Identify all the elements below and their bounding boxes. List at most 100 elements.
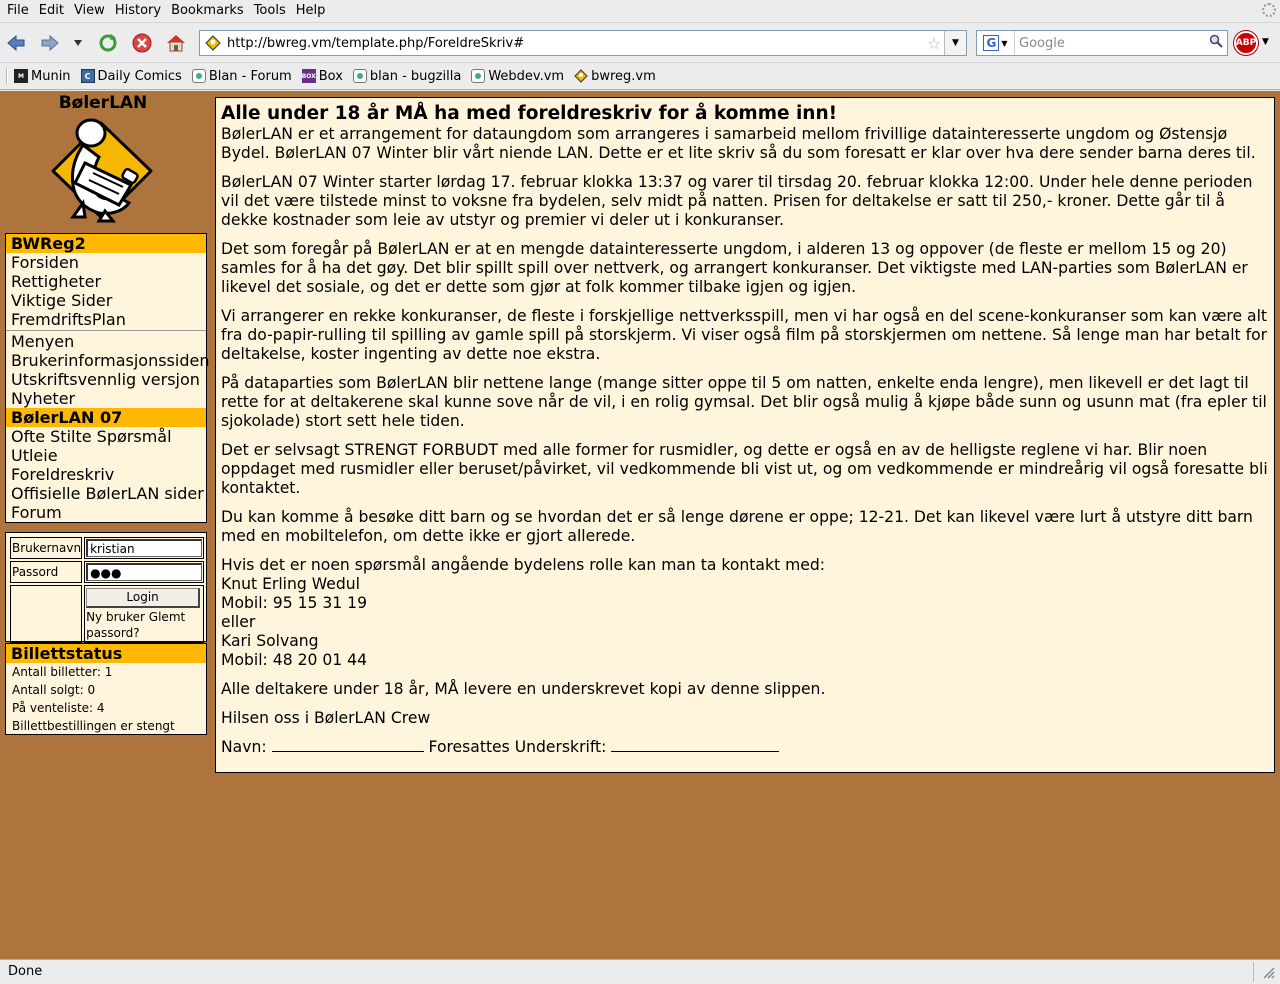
bookmark-star-icon[interactable]: ☆ [924, 34, 944, 53]
menu-help[interactable]: Help [291, 0, 331, 22]
reload-button[interactable] [96, 31, 120, 55]
bookmark-daily-comics[interactable]: C Daily Comics [80, 69, 182, 84]
nav-link-brukerinformasjon[interactable]: Brukerinformasjonssiden [6, 351, 209, 370]
paragraph-activities: Det som foregår på BølerLAN er at en men… [221, 240, 1248, 296]
login-form: Brukernavn Passord Login Ny bruker Glemt… [5, 532, 207, 645]
password-input[interactable] [86, 563, 203, 581]
resize-grip-icon[interactable] [1256, 962, 1280, 982]
nav-link-foreldreskriv[interactable]: Foreldreskriv [6, 465, 206, 484]
bookmark-munin[interactable]: M Munin [6, 67, 71, 85]
chevron-down-icon [74, 40, 82, 46]
history-dropdown-button[interactable] [68, 31, 88, 55]
bookmark-box[interactable]: BOX Box [302, 69, 343, 84]
nav-link-nyheter[interactable]: Nyheter [6, 389, 206, 408]
menu-tools[interactable]: Tools [249, 0, 291, 22]
nav-link-utskriftsvennlig[interactable]: Utskriftsvennlig versjon [6, 370, 206, 389]
bwreg-icon [574, 69, 588, 83]
nav-link-rettigheter[interactable]: Rettigheter [6, 272, 206, 291]
name-blank [271, 738, 424, 752]
home-icon [167, 35, 185, 52]
page-heading: Alle under 18 år MÅ ha med foreldreskriv… [221, 103, 838, 124]
contact-intro: Hvis det er noen spørsmål angående bydel… [221, 556, 826, 574]
nav-link-forsiden[interactable]: Forsiden [6, 253, 206, 272]
google-icon: G [983, 35, 1000, 51]
ticket-sold: Antall solgt: 0 [12, 683, 96, 697]
menu-edit[interactable]: Edit [34, 0, 69, 22]
ticket-status-box: Billettstatus Antall billetter: 1 Antall… [5, 643, 207, 735]
reload-icon [99, 34, 117, 52]
login-table: Brukernavn Passord Login Ny bruker Glemt… [8, 535, 206, 645]
menu-bookmarks[interactable]: Bookmarks [166, 0, 249, 22]
signature-line: Navn: Foresattes Underskrift: [221, 738, 1269, 757]
nav-link-fremdriftsplan[interactable]: FremdriftsPlan [6, 310, 206, 329]
webdev-icon [471, 69, 486, 83]
throbber-icon [1262, 3, 1276, 17]
bookmark-webdev[interactable]: Webdev.vm [471, 69, 564, 84]
bookmark-blan-forum[interactable]: Blan - Forum [191, 69, 292, 84]
status-text: Done [0, 962, 1254, 982]
bookmark-bwreg[interactable]: bwreg.vm [574, 69, 656, 84]
username-input[interactable] [86, 539, 203, 557]
paragraph-visiting: Du kan komme å besøke ditt barn og se hv… [221, 508, 1253, 545]
search-bar[interactable]: G ▼ Google [976, 30, 1228, 56]
search-engine-selector[interactable]: G ▼ [977, 31, 1015, 55]
url-history-dropdown[interactable]: ▼ [944, 31, 966, 55]
nav-link-utleie[interactable]: Utleie [6, 446, 206, 465]
munin-icon: M [14, 69, 28, 83]
url-text[interactable]: http://bwreg.vm/template.php/ForeldreSkr… [227, 36, 924, 51]
bolerlan-logo-icon [51, 118, 153, 223]
stop-button[interactable] [130, 31, 154, 55]
home-button[interactable] [164, 31, 188, 55]
nav-link-faq[interactable]: Ofte Stilte Spørsmål [6, 427, 206, 446]
back-arrow-icon [7, 34, 25, 52]
ticket-status-title: Billettstatus [6, 644, 206, 663]
contact2-name: Kari Solvang [221, 632, 319, 650]
contact1-phone: Mobil: 95 15 31 19 [221, 594, 368, 612]
ticket-order-status: Billettbestillingen er stengt [12, 719, 175, 733]
paragraph-rules: Det er selvsagt STRENGT FORBUDT med alle… [221, 441, 1268, 497]
contact-block: Hvis det er noen spørsmål angående bydel… [221, 556, 1269, 670]
ticket-waitlist: På venteliste: 4 [12, 701, 105, 715]
nav-link-viktige-sider[interactable]: Viktige Sider [6, 291, 206, 310]
nav-link-menyen[interactable]: Menyen [6, 332, 206, 351]
greeting: Hilsen oss i BølerLAN Crew [221, 709, 431, 727]
paragraph-nights: På dataparties som BølerLAN blir nettene… [221, 374, 1267, 430]
site-title: BølerLAN [58, 93, 148, 113]
nav-section-bolerlan07: BølerLAN 07 [6, 408, 206, 427]
paragraph-schedule: BølerLAN 07 Winter starter lørdag 17. fe… [221, 173, 1253, 229]
search-icon[interactable] [1205, 34, 1227, 52]
search-input[interactable]: Google [1015, 36, 1205, 51]
menu-view[interactable]: View [69, 0, 110, 22]
box-icon: BOX [302, 69, 316, 83]
signature-label: Foresattes Underskrift: [428, 738, 607, 756]
forward-button[interactable] [38, 31, 62, 55]
new-user-link[interactable]: Ny bruker [86, 610, 145, 624]
login-button[interactable]: Login [86, 588, 201, 608]
menu-history[interactable]: History [110, 0, 166, 22]
forward-arrow-icon [41, 34, 59, 52]
nav-link-forum[interactable]: Forum [6, 503, 206, 522]
main-content: Alle under 18 år MÅ ha med foreldreskriv… [215, 97, 1275, 773]
contact1-name: Knut Erling Wedul [221, 575, 360, 593]
bugzilla-icon [352, 69, 367, 83]
username-cell [84, 537, 205, 559]
stop-icon [132, 33, 152, 53]
adblock-icon[interactable]: ABP [1234, 31, 1258, 55]
address-bar[interactable]: http://bwreg.vm/template.php/ForeldreSkr… [199, 30, 967, 56]
site-favicon-icon [203, 33, 223, 53]
signature-blank [611, 738, 780, 752]
forum-icon [191, 69, 206, 83]
login-links: Ny bruker Glemt passord? [85, 609, 203, 641]
nav-section-bwreg2: BWReg2 [6, 234, 206, 253]
menu-file[interactable]: File [2, 0, 34, 22]
navigation-toolbar: http://bwreg.vm/template.php/ForeldreSkr… [0, 22, 1280, 62]
status-bar: Done [0, 959, 1280, 984]
adblock-dropdown[interactable]: ▼ [1262, 37, 1269, 47]
back-button[interactable] [4, 31, 28, 55]
login-actions-cell: Login Ny bruker Glemt passord? [84, 585, 205, 643]
slip-instruction: Alle deltakere under 18 år, MÅ levere en… [221, 680, 826, 698]
nav-link-offisielle-sider[interactable]: Offisielle BølerLAN sider [6, 484, 206, 503]
empty-cell [10, 585, 83, 643]
bookmark-blan-bugzilla[interactable]: blan - bugzilla [352, 69, 461, 84]
sidebar-navigation: BWReg2 Forsiden Rettigheter Viktige Side… [5, 233, 209, 523]
